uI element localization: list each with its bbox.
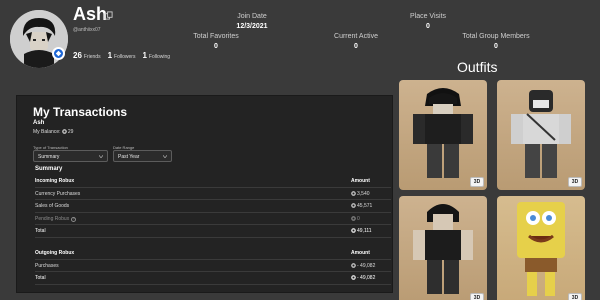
table-row-total: Total 49,111 <box>35 225 391 238</box>
outfit-card[interactable]: 3D <box>399 196 487 300</box>
stat-current-active: Current Active 0 <box>334 33 378 50</box>
outfit-thumbnail <box>511 90 571 178</box>
robux-icon <box>351 262 356 268</box>
robux-icon <box>351 203 356 208</box>
balance-line: My Balance: 29 <box>33 129 74 135</box>
transaction-type-select[interactable]: Summary <box>33 150 108 162</box>
outfit-card[interactable]: 3D <box>497 80 585 190</box>
stat-total-favorites: Total Favorites 0 <box>193 33 239 50</box>
outfit-3d-button[interactable]: 3D <box>470 293 484 300</box>
following-link[interactable]: 1 Following <box>142 51 170 60</box>
social-counts: 26 Friends 1 Followers 1 Following <box>73 51 170 60</box>
outfit-card[interactable]: 3D <box>399 80 487 190</box>
chevron-down-icon <box>99 155 103 158</box>
outfit-3d-button[interactable]: 3D <box>568 177 582 187</box>
username-handle: @anthiixx07 <box>73 27 101 33</box>
outfit-3d-button[interactable]: 3D <box>470 177 484 187</box>
summary-title: Summary <box>35 166 63 172</box>
robux-icon <box>351 190 356 196</box>
date-range-select[interactable]: Past Year <box>113 150 172 162</box>
followers-link[interactable]: 1 Followers <box>108 51 136 60</box>
display-name: Ash <box>73 4 108 24</box>
outfit-3d-button[interactable]: 3D <box>568 293 582 300</box>
table-header: Outgoing Robux Amount <box>35 247 391 260</box>
outfits-title: Outfits <box>457 59 498 75</box>
robux-icon <box>351 228 356 233</box>
stat-total-group-members: Total Group Members 0 <box>462 33 530 50</box>
outfit-thumbnail <box>517 202 565 296</box>
chevron-down-icon <box>163 155 167 158</box>
transactions-user: Ash <box>33 120 45 126</box>
outfit-thumbnail <box>413 204 473 294</box>
outgoing-table: Outgoing Robux Amount Purchases - 49,082… <box>35 247 391 285</box>
robux-icon <box>351 275 356 280</box>
friends-link[interactable]: 26 Friends <box>73 51 101 60</box>
info-icon[interactable]: ? <box>71 216 77 222</box>
copy-icon[interactable] <box>104 11 113 20</box>
table-row: Currency Purchases 3,540 <box>35 188 391 200</box>
table-row: Purchases - 49,082 <box>35 260 391 272</box>
robux-icon <box>351 215 356 221</box>
table-header: Incoming Robux Amount <box>35 175 391 188</box>
incoming-table: Incoming Robux Amount Currency Purchases… <box>35 175 391 238</box>
transactions-panel: My Transactions Ash My Balance: 29 Type … <box>16 95 393 293</box>
table-row-total: Total - 49,082 <box>35 272 391 285</box>
table-row: Pending Robux? 0 <box>35 213 391 225</box>
robux-icon <box>62 129 67 134</box>
premium-badge-icon <box>52 47 65 60</box>
table-row: Sales of Goods 45,571 <box>35 200 391 213</box>
outfit-card[interactable]: 3D <box>497 196 585 300</box>
stat-place-visits: Place Visits 0 <box>409 13 447 30</box>
transactions-title: My Transactions <box>33 105 128 119</box>
outfit-thumbnail <box>413 88 473 178</box>
stat-join-date: Join Date 12/3/2021 <box>236 13 268 30</box>
